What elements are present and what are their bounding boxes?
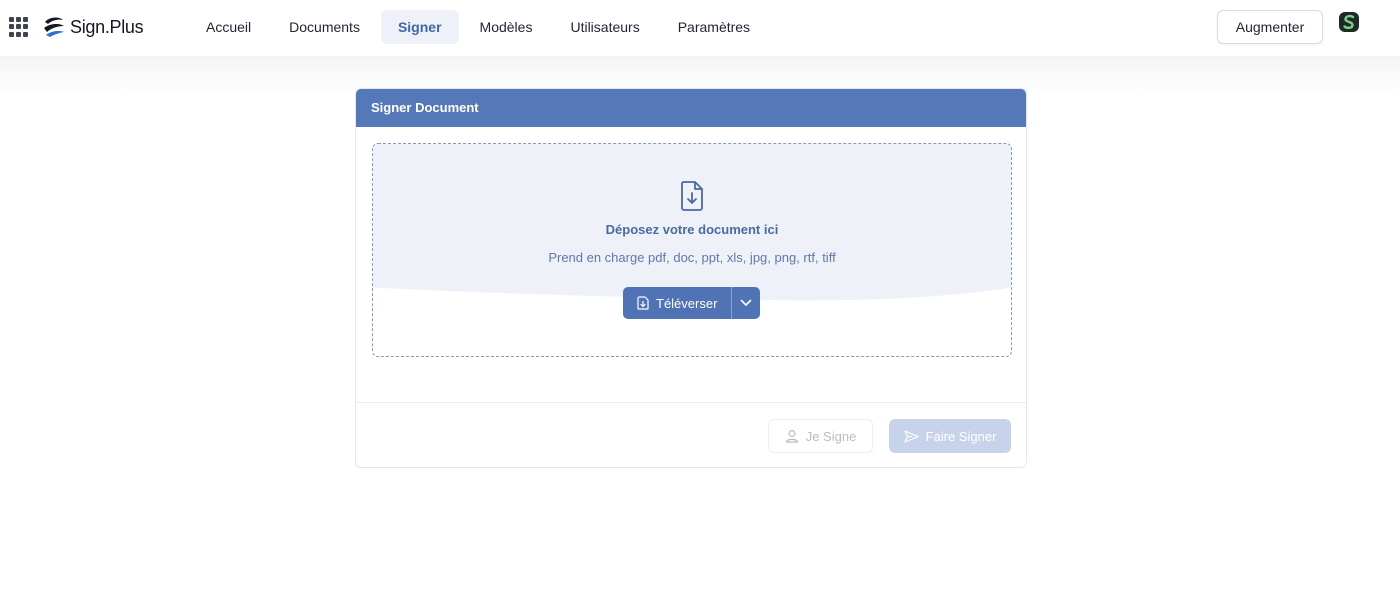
- dropzone-supported-formats: Prend en charge pdf, doc, ppt, xls, jpg,…: [548, 250, 836, 265]
- upload-button-label: Téléverser: [656, 295, 718, 311]
- request-signature-button[interactable]: Faire Signer: [889, 419, 1011, 453]
- nav-item-utilisateurs[interactable]: Utilisateurs: [553, 10, 656, 44]
- nav-item-documents[interactable]: Documents: [272, 10, 377, 44]
- send-icon: [903, 429, 919, 443]
- file-upload-icon: [637, 296, 649, 310]
- nav-item-parametres[interactable]: Paramètres: [661, 10, 767, 44]
- file-download-icon: [681, 181, 703, 211]
- upload-button-group: Téléverser: [623, 287, 761, 319]
- request-signature-label: Faire Signer: [925, 428, 997, 444]
- upgrade-button[interactable]: Augmenter: [1217, 10, 1323, 44]
- sign-document-card: Signer Document Déposez votre document i…: [355, 88, 1027, 468]
- self-sign-label: Je Signe: [805, 428, 857, 444]
- user-icon: [785, 429, 798, 443]
- nav-item-modeles[interactable]: Modèles: [463, 10, 550, 44]
- upload-options-dropdown[interactable]: [731, 287, 760, 319]
- user-avatar-icon[interactable]: [1338, 11, 1360, 33]
- nav-item-signer[interactable]: Signer: [380, 10, 459, 44]
- top-navigation-bar: Sign.Plus Accueil Documents Signer Modèl…: [0, 0, 1400, 56]
- brand-name: Sign.Plus: [70, 16, 144, 37]
- card-footer: Je Signe Faire Signer: [356, 402, 1026, 467]
- nav-item-accueil[interactable]: Accueil: [189, 10, 268, 44]
- chevron-down-icon: [741, 299, 752, 306]
- dropzone-title: Déposez votre document ici: [605, 222, 779, 237]
- upload-button[interactable]: Téléverser: [623, 287, 731, 319]
- sign-plus-logo-icon: [44, 17, 64, 37]
- card-title: Signer Document: [356, 89, 1026, 127]
- main-nav: Accueil Documents Signer Modèles Utilisa…: [189, 10, 771, 44]
- document-dropzone[interactable]: Déposez votre document ici Prend en char…: [372, 143, 1012, 357]
- apps-grid-icon[interactable]: [8, 16, 30, 38]
- brand-logo[interactable]: Sign.Plus: [42, 14, 144, 40]
- self-sign-button[interactable]: Je Signe: [768, 419, 873, 453]
